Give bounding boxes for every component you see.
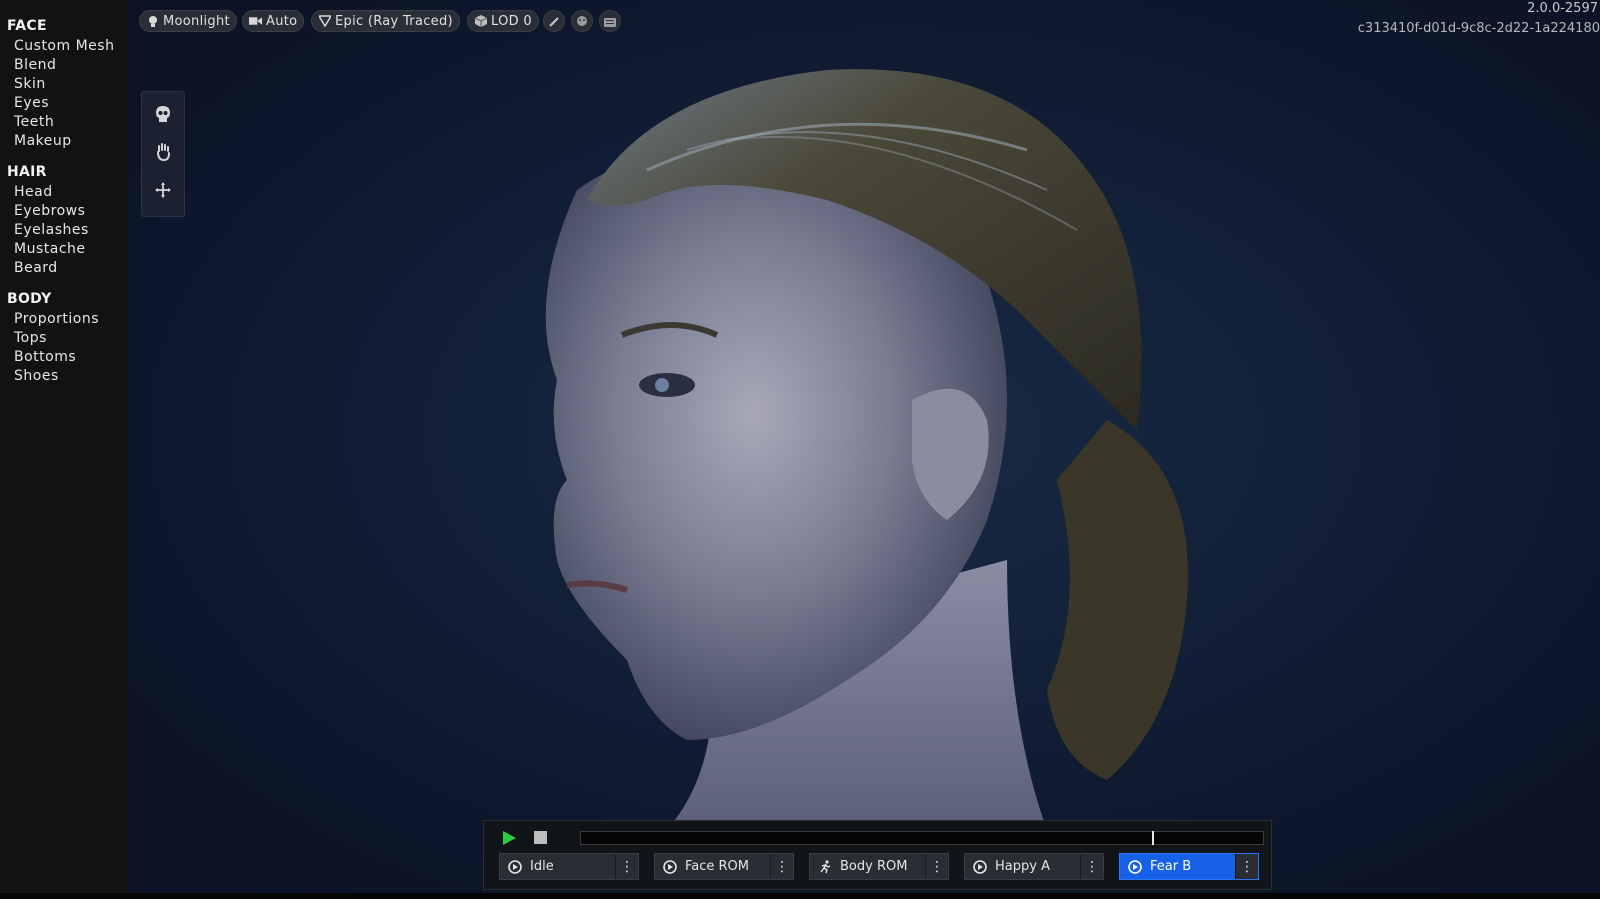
animation-happy-a-button[interactable]: Happy A ⋮ <box>964 853 1104 880</box>
section-title-face: FACE <box>7 18 47 34</box>
section-title-hair: HAIR <box>7 164 47 180</box>
sidebar-item-tops[interactable]: Tops <box>14 330 47 346</box>
keyboard-icon <box>604 12 616 31</box>
sidebar-item-teeth[interactable]: Teeth <box>14 114 54 130</box>
sidebar-item-eyelashes[interactable]: Eyelashes <box>14 222 89 238</box>
hand-icon <box>155 143 171 165</box>
more-options-icon[interactable]: ⋮ <box>615 854 638 879</box>
character-render <box>545 69 1188 830</box>
keyboard-button[interactable] <box>599 10 621 32</box>
animation-timeline: Idle ⋮ Face ROM ⋮ Body ROM ⋮ Happy A ⋮ F… <box>483 820 1272 890</box>
cube-icon <box>474 15 487 28</box>
skull-tool-button[interactable] <box>152 105 174 127</box>
skull-icon <box>155 105 171 127</box>
hand-tool-button[interactable] <box>152 143 174 165</box>
face-mask-button[interactable] <box>571 10 593 32</box>
lod-dropdown[interactable]: LOD 0 <box>467 10 539 32</box>
quality-icon <box>318 15 331 28</box>
quality-label: Epic (Ray Traced) <box>335 13 453 29</box>
camera-icon <box>249 15 262 28</box>
animation-face-rom-button[interactable]: Face ROM ⋮ <box>654 853 794 880</box>
brush-button[interactable] <box>543 10 565 32</box>
sidebar-item-mustache[interactable]: Mustache <box>14 241 86 257</box>
animation-label: Idle <box>530 859 554 874</box>
animation-fear-b-button[interactable]: Fear B ⋮ <box>1119 853 1259 880</box>
more-options-icon[interactable]: ⋮ <box>925 854 948 879</box>
animation-label: Face ROM <box>685 859 750 874</box>
sidebar-item-eyes[interactable]: Eyes <box>14 95 49 111</box>
animation-idle-button[interactable]: Idle ⋮ <box>499 853 639 880</box>
sidebar-item-bottoms[interactable]: Bottoms <box>14 349 76 365</box>
more-options-icon[interactable]: ⋮ <box>1080 854 1103 879</box>
face-mask-icon <box>576 12 588 31</box>
more-options-icon[interactable]: ⋮ <box>770 854 793 879</box>
sidebar-item-proportions[interactable]: Proportions <box>14 311 99 327</box>
lighting-dropdown[interactable]: Moonlight <box>139 10 237 32</box>
sidebar-item-blend[interactable]: Blend <box>14 57 56 73</box>
play-circle-icon <box>973 859 987 874</box>
brush-icon <box>549 12 559 31</box>
timeline-scrubber[interactable] <box>580 831 1264 845</box>
animation-label: Body ROM <box>840 859 908 874</box>
sidebar-item-custom-mesh[interactable]: Custom Mesh <box>14 38 114 54</box>
animation-label: Happy A <box>995 859 1050 874</box>
quality-dropdown[interactable]: Epic (Ray Traced) <box>311 10 460 32</box>
play-circle-icon <box>1128 859 1142 874</box>
bottom-strip <box>0 893 1600 899</box>
play-circle-icon <box>663 859 677 874</box>
lighting-label: Moonlight <box>163 13 230 29</box>
animation-label: Fear B <box>1150 859 1192 874</box>
move-icon <box>155 182 171 202</box>
sidebar-item-head[interactable]: Head <box>14 184 53 200</box>
lightbulb-icon <box>146 15 159 28</box>
move-tool-button[interactable] <box>152 181 174 203</box>
sidebar-item-eyebrows[interactable]: Eyebrows <box>14 203 85 219</box>
sidebar-item-beard[interactable]: Beard <box>14 260 58 276</box>
view-tool-palette <box>141 91 185 217</box>
section-title-body: BODY <box>7 291 52 307</box>
sidebar-item-makeup[interactable]: Makeup <box>14 133 72 149</box>
animation-body-rom-button[interactable]: Body ROM ⋮ <box>809 853 949 880</box>
play-circle-icon <box>508 859 522 874</box>
sidebar-item-skin[interactable]: Skin <box>14 76 46 92</box>
character-guid-label: c313410f-d01d-9c8c-2d22-1a224180 <box>1357 21 1600 36</box>
lod-label: LOD 0 <box>491 13 532 29</box>
play-icon <box>500 831 518 851</box>
playhead[interactable] <box>1152 831 1154 845</box>
camera-dropdown[interactable]: Auto <box>242 10 305 32</box>
play-button[interactable] <box>500 829 518 847</box>
running-figure-icon <box>818 859 832 874</box>
more-options-icon[interactable]: ⋮ <box>1235 854 1258 879</box>
version-label: 2.0.0-2597 <box>1527 1 1598 16</box>
category-sidebar: FACE Custom Mesh Blend Skin Eyes Teeth M… <box>0 0 127 899</box>
sidebar-item-shoes[interactable]: Shoes <box>14 368 59 384</box>
camera-label: Auto <box>266 13 298 29</box>
stop-button[interactable] <box>534 831 547 844</box>
